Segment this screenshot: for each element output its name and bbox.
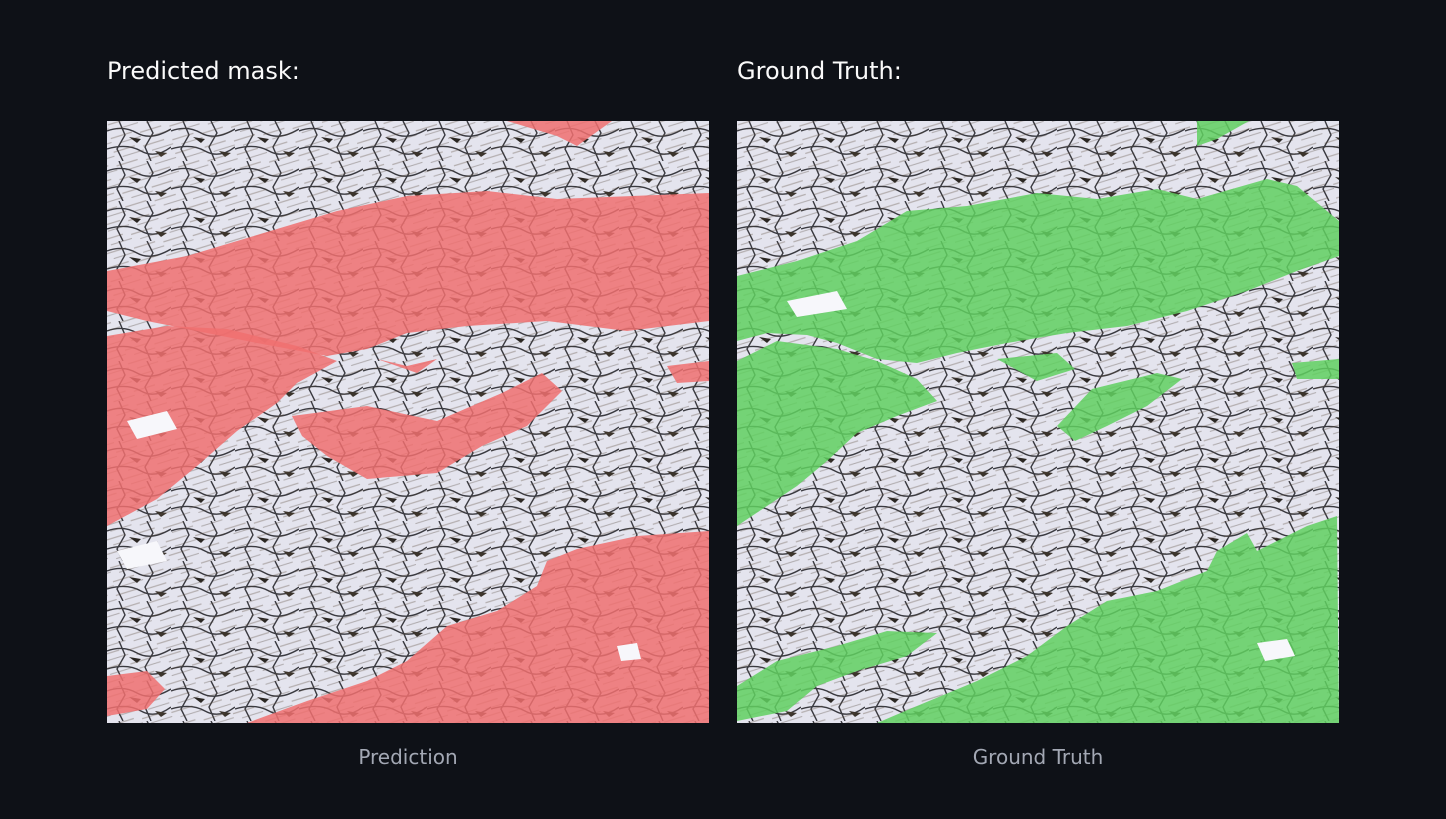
ground-truth-heading: Ground Truth: bbox=[737, 57, 902, 85]
prediction-mask-svg bbox=[107, 121, 709, 723]
prediction-caption: Prediction bbox=[358, 745, 458, 769]
app-page: Predicted mask: Prediction Ground Truth:… bbox=[0, 0, 1446, 819]
prediction-image bbox=[107, 121, 709, 723]
ground-truth-image bbox=[737, 121, 1339, 723]
ground-truth-caption: Ground Truth bbox=[972, 745, 1104, 769]
ground-truth-mask-svg bbox=[737, 121, 1339, 723]
prediction-heading: Predicted mask: bbox=[107, 57, 300, 85]
